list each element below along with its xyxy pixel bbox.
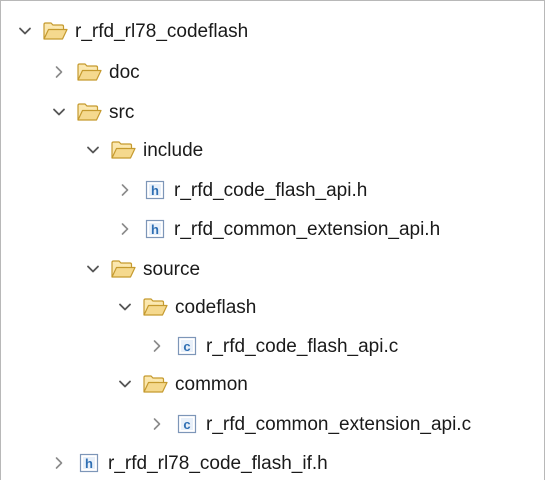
tree-item-h-file[interactable]: r_rfd_code_flash_api.h bbox=[1, 171, 544, 209]
tree-item-label: r_rfd_common_extension_api.c bbox=[206, 413, 472, 435]
chevron-right-icon[interactable] bbox=[117, 182, 133, 198]
tree-item-codeflash-folder[interactable]: codeflash bbox=[1, 288, 544, 326]
tree-item-label: doc bbox=[109, 61, 140, 83]
tree-item-label: source bbox=[143, 258, 201, 280]
tree-item-root-folder[interactable]: r_rfd_rl78_codeflash bbox=[1, 12, 544, 50]
tree-item-label: r_rfd_rl78_code_flash_if.h bbox=[108, 452, 328, 474]
chevron-down-icon[interactable] bbox=[85, 142, 101, 158]
tree-item-h-file[interactable]: r_rfd_rl78_code_flash_if.h bbox=[1, 444, 544, 480]
tree-item-c-file[interactable]: r_rfd_common_extension_api.c bbox=[1, 405, 544, 443]
tree-item-common-folder[interactable]: common bbox=[1, 365, 544, 403]
chevron-right-icon[interactable] bbox=[149, 338, 165, 354]
h-file-icon bbox=[79, 453, 99, 473]
tree-item-h-file[interactable]: r_rfd_common_extension_api.h bbox=[1, 210, 544, 248]
folder-open-icon bbox=[110, 258, 136, 280]
folder-open-icon bbox=[76, 101, 102, 123]
h-file-icon bbox=[145, 180, 165, 200]
project-explorer-tree: r_rfd_rl78_codeflash doc src include r_r… bbox=[0, 0, 545, 480]
chevron-down-icon[interactable] bbox=[117, 299, 133, 315]
tree-item-label: r_rfd_code_flash_api.h bbox=[174, 179, 368, 201]
tree-item-source-folder[interactable]: source bbox=[1, 250, 544, 288]
folder-open-icon bbox=[142, 373, 168, 395]
tree-item-label: r_rfd_common_extension_api.h bbox=[174, 218, 441, 240]
chevron-down-icon[interactable] bbox=[17, 23, 33, 39]
tree-item-c-file[interactable]: r_rfd_code_flash_api.c bbox=[1, 327, 544, 365]
tree-item-include-folder[interactable]: include bbox=[1, 131, 544, 169]
chevron-down-icon[interactable] bbox=[117, 376, 133, 392]
chevron-right-icon[interactable] bbox=[117, 221, 133, 237]
chevron-down-icon[interactable] bbox=[51, 104, 67, 120]
chevron-down-icon[interactable] bbox=[85, 261, 101, 277]
folder-open-icon bbox=[76, 61, 102, 83]
tree-item-label: codeflash bbox=[175, 296, 257, 318]
tree-item-src-folder[interactable]: src bbox=[1, 93, 544, 131]
tree-item-label: include bbox=[143, 139, 204, 161]
chevron-right-icon[interactable] bbox=[149, 416, 165, 432]
chevron-right-icon[interactable] bbox=[51, 64, 67, 80]
c-file-icon bbox=[177, 336, 197, 356]
tree-item-doc-folder[interactable]: doc bbox=[1, 53, 544, 91]
h-file-icon bbox=[145, 219, 165, 239]
tree-item-label: r_rfd_code_flash_api.c bbox=[206, 335, 399, 357]
tree-item-label: src bbox=[109, 101, 135, 123]
chevron-right-icon[interactable] bbox=[51, 455, 67, 471]
tree-item-label: common bbox=[175, 373, 248, 395]
folder-open-icon bbox=[42, 20, 68, 42]
folder-open-icon bbox=[110, 139, 136, 161]
tree-item-label: r_rfd_rl78_codeflash bbox=[75, 20, 249, 42]
c-file-icon bbox=[177, 414, 197, 434]
folder-open-icon bbox=[142, 296, 168, 318]
